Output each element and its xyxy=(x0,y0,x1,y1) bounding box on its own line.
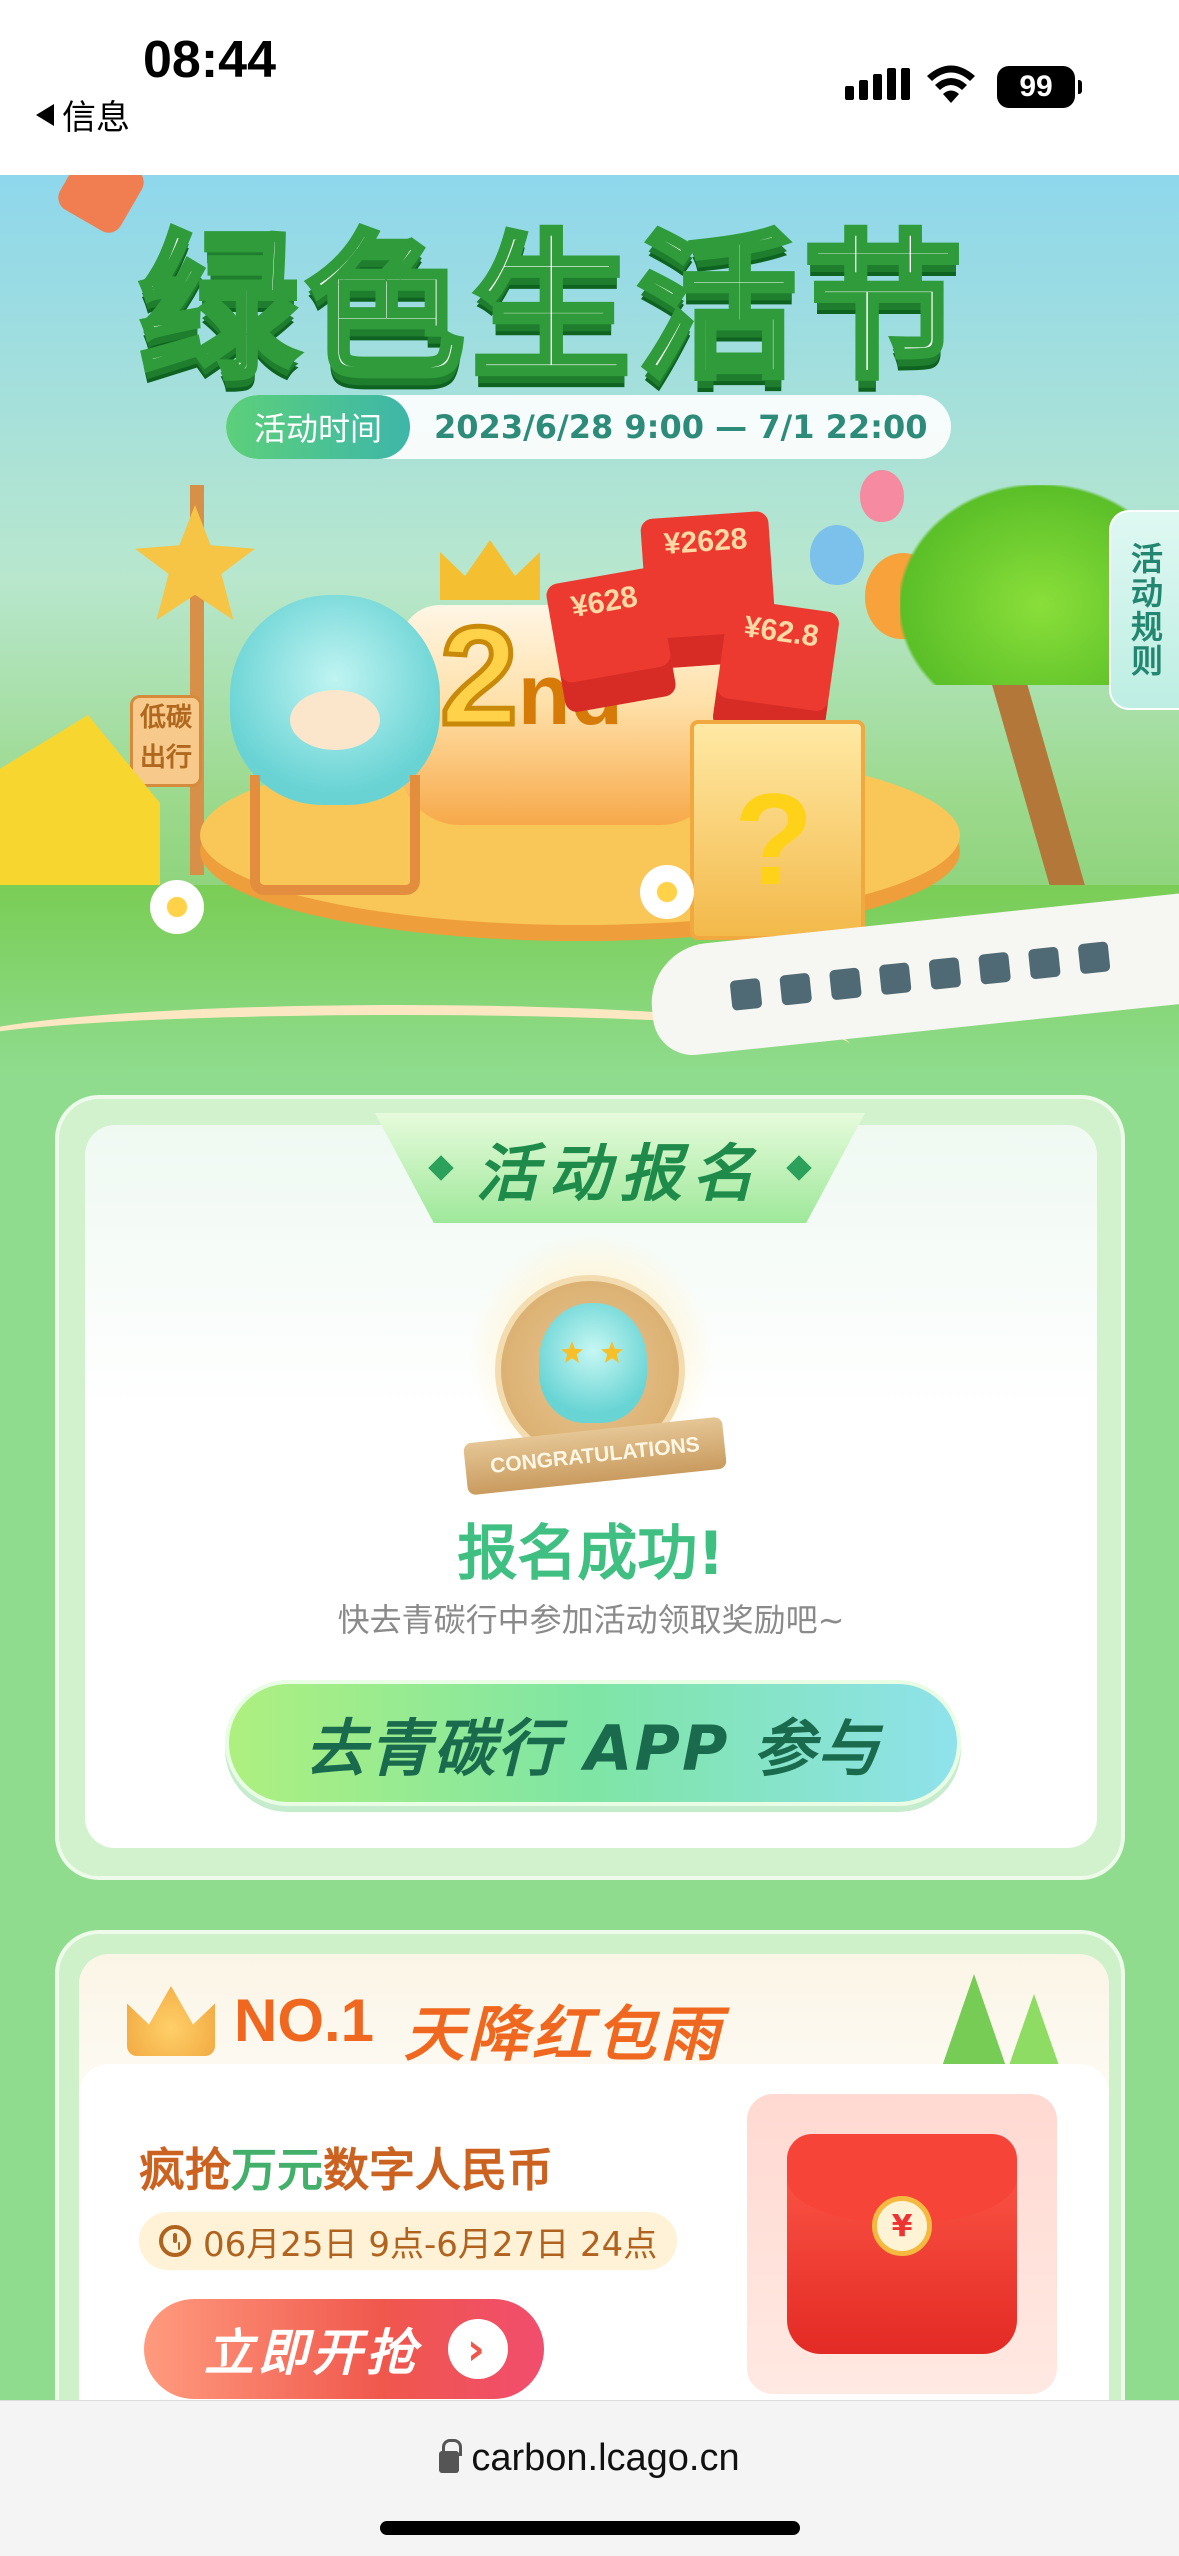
url-text: carbon.lcago.cn xyxy=(471,2437,740,2479)
back-label: 信息 xyxy=(62,98,130,138)
mascot-bear xyxy=(230,595,440,805)
status-time: 08:44 xyxy=(143,31,276,89)
status-bar: 08:44 信息 99 xyxy=(0,0,1179,175)
open-app-button[interactable]: 去青碳行 APP 参与 xyxy=(225,1680,961,1806)
activity-rules-tab[interactable]: 活动规则 xyxy=(1109,510,1179,710)
lock-icon xyxy=(439,2438,463,2473)
red-packet-image: ¥ xyxy=(747,2094,1057,2394)
headline-part: 数字人民币 xyxy=(323,2143,553,2197)
back-arrow-icon xyxy=(36,103,54,126)
mystery-box: ? xyxy=(690,720,865,940)
grab-now-button[interactable]: 立即开抢 › xyxy=(144,2299,544,2399)
headline-part: 疯抢 xyxy=(139,2143,231,2197)
cellular-signal-icon xyxy=(845,68,910,100)
date-range-pill: 06月25日 9点-6月27日 24点 xyxy=(139,2212,678,2270)
url-display[interactable]: carbon.lcago.cn xyxy=(0,2437,1179,2480)
signup-card-body: 活动报名 CONGRATULATIONS 报名成功! 快去青碳行中参加活动领取奖… xyxy=(85,1113,1097,1848)
event-time-value: 2023/6/28 9:00 — 7/1 22:00 xyxy=(434,408,928,446)
chair-illustration xyxy=(250,775,420,895)
diamond-icon xyxy=(786,1155,812,1181)
question-mark-icon: ? xyxy=(734,766,814,912)
balloon-icon xyxy=(860,470,904,522)
flower-icon xyxy=(150,880,204,934)
success-title: 报名成功! xyxy=(457,1519,725,1589)
coin-icon: ¥ xyxy=(872,2196,932,2256)
low-carbon-sign: 低碳出行 xyxy=(130,695,202,787)
wifi-icon xyxy=(927,65,975,103)
event-time-pill: 活动时间 2023/6/28 9:00 — 7/1 22:00 xyxy=(226,395,952,459)
diamond-icon xyxy=(428,1155,454,1181)
corner-tag-icon xyxy=(53,175,149,238)
date-range-text: 06月25日 9点-6月27日 24点 xyxy=(203,2224,658,2265)
mascot-icon xyxy=(539,1303,647,1423)
rank-label: NO.1 xyxy=(234,1987,375,2054)
flower-icon xyxy=(640,865,694,919)
headline-highlight: 万元 xyxy=(231,2143,323,2197)
signup-ribbon: 活动报名 xyxy=(375,1113,865,1223)
chevron-right-icon: › xyxy=(448,2319,508,2379)
red-packet-headline: 疯抢万元数字人民币 xyxy=(139,2134,553,2200)
anniversary-number: 2 xyxy=(438,595,521,757)
hero-banner: 绿色生活节 活动时间 2023/6/28 9:00 — 7/1 22:00 低碳… xyxy=(0,175,1179,1075)
red-packet-title: 天降红包雨 xyxy=(404,2000,724,2070)
red-envelope-medium: ¥628 xyxy=(544,566,678,714)
home-indicator[interactable] xyxy=(380,2521,800,2535)
red-packet-icon: ¥ xyxy=(787,2134,1017,2354)
clock-icon xyxy=(159,2225,191,2257)
crown-icon xyxy=(440,540,540,600)
event-time-label: 活动时间 xyxy=(226,395,411,459)
grab-now-label: 立即开抢 xyxy=(204,2324,420,2382)
mascot-face xyxy=(290,690,380,750)
envelope-amount: ¥628 xyxy=(568,580,641,625)
success-subtitle: 快去青碳行中参加活动领取奖励吧~ xyxy=(337,1601,845,1639)
browser-address-bar[interactable]: carbon.lcago.cn xyxy=(0,2400,1179,2556)
signup-heading: 活动报名 xyxy=(475,1137,764,1210)
signup-card: 活动报名 CONGRATULATIONS 报名成功! 快去青碳行中参加活动领取奖… xyxy=(55,1095,1125,1880)
event-title: 绿色生活节 xyxy=(137,214,970,404)
balloon-icon xyxy=(810,525,864,585)
battery-icon: 99 xyxy=(997,66,1082,108)
back-to-messages[interactable]: 信息 xyxy=(36,90,130,139)
